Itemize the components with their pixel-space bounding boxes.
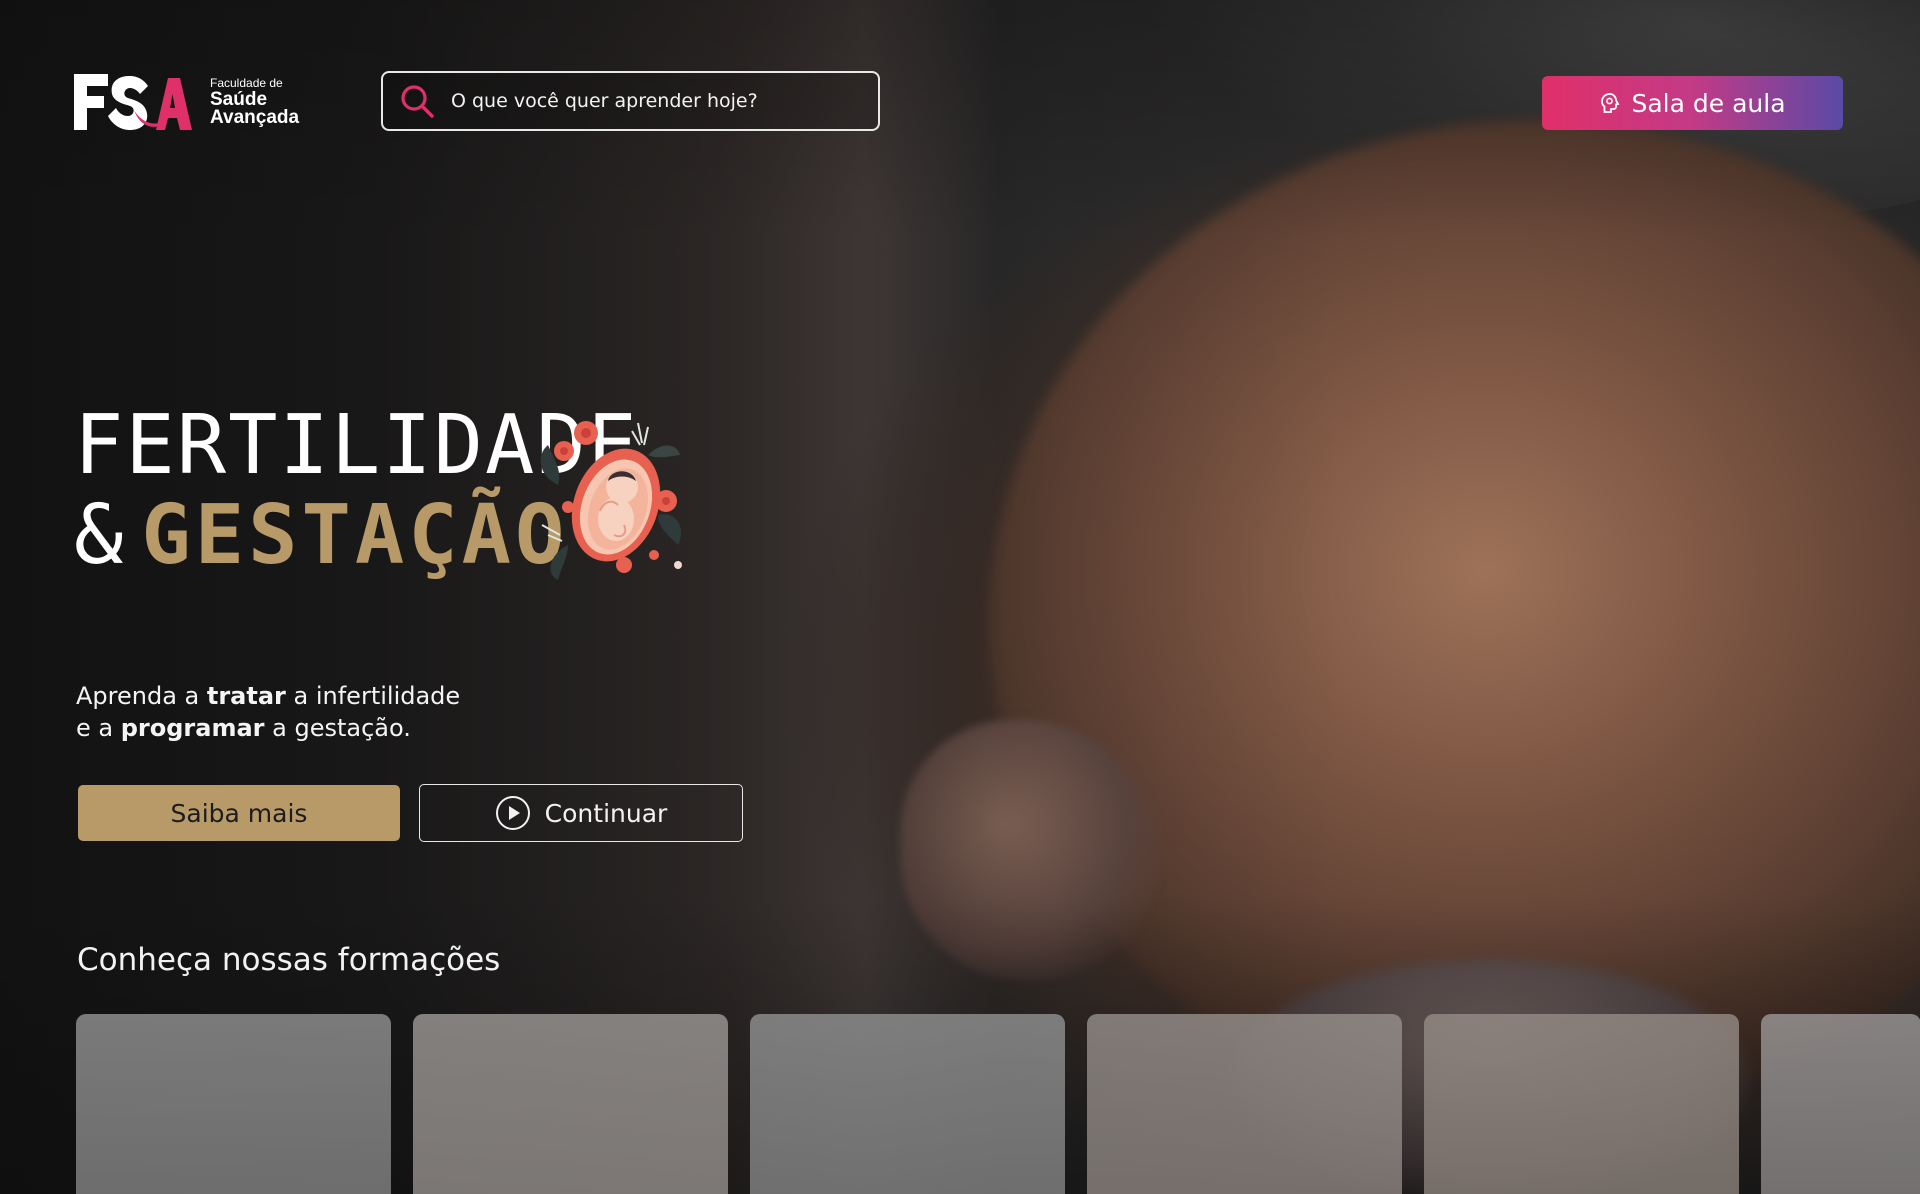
search-bar[interactable] <box>381 71 880 131</box>
hero-title-highlight: GESTAÇÃO <box>141 488 569 583</box>
formation-card[interactable] <box>1761 1014 1920 1194</box>
hero-title-ampersand: & <box>74 488 124 583</box>
formation-card[interactable] <box>750 1014 1065 1194</box>
continue-button[interactable]: Continuar <box>419 784 743 842</box>
desc-text: Aprenda a <box>76 682 207 710</box>
classroom-button[interactable]: Sala de aula <box>1542 76 1843 130</box>
desc-text: e a <box>76 714 121 742</box>
hero-description-line2: e a programar a gestação. <box>76 712 460 744</box>
search-input[interactable] <box>449 89 853 113</box>
brand-name-small: Faculdade de <box>210 76 283 90</box>
formation-card[interactable] <box>413 1014 728 1194</box>
desc-text: a gestação. <box>264 714 411 742</box>
classroom-button-label: Sala de aula <box>1631 88 1786 118</box>
learn-more-button[interactable]: Saiba mais <box>78 785 400 841</box>
hero-description-line1: Aprenda a tratar a infertilidade <box>76 680 460 712</box>
learn-more-button-label: Saiba mais <box>170 798 308 828</box>
brand-name-line2: Avançada <box>210 107 300 128</box>
formation-card[interactable] <box>1087 1014 1402 1194</box>
formation-card[interactable] <box>76 1014 391 1194</box>
page: Faculdade de Saúde Avançada Sala de aula… <box>0 0 1920 1194</box>
brand-logo[interactable]: Faculdade de Saúde Avançada <box>72 70 299 134</box>
head-icon <box>1601 93 1620 113</box>
continue-button-label: Continuar <box>544 798 668 828</box>
fsa-logo-mark <box>72 70 192 134</box>
formation-card[interactable] <box>1424 1014 1739 1194</box>
embryo-illustration-icon <box>540 421 682 580</box>
search-icon[interactable] <box>399 83 435 119</box>
brand-name: Faculdade de Saúde Avançada <box>210 77 299 127</box>
formations-carousel[interactable] <box>76 1014 1920 1194</box>
desc-bold: programar <box>120 714 265 742</box>
formations-section-title: Conheça nossas formações <box>77 942 501 978</box>
desc-bold: tratar <box>206 682 286 710</box>
desc-text: a infertilidade <box>285 682 461 710</box>
play-icon <box>495 796 530 830</box>
hero-description: Aprenda a tratar a infertilidade e a pro… <box>76 680 460 744</box>
